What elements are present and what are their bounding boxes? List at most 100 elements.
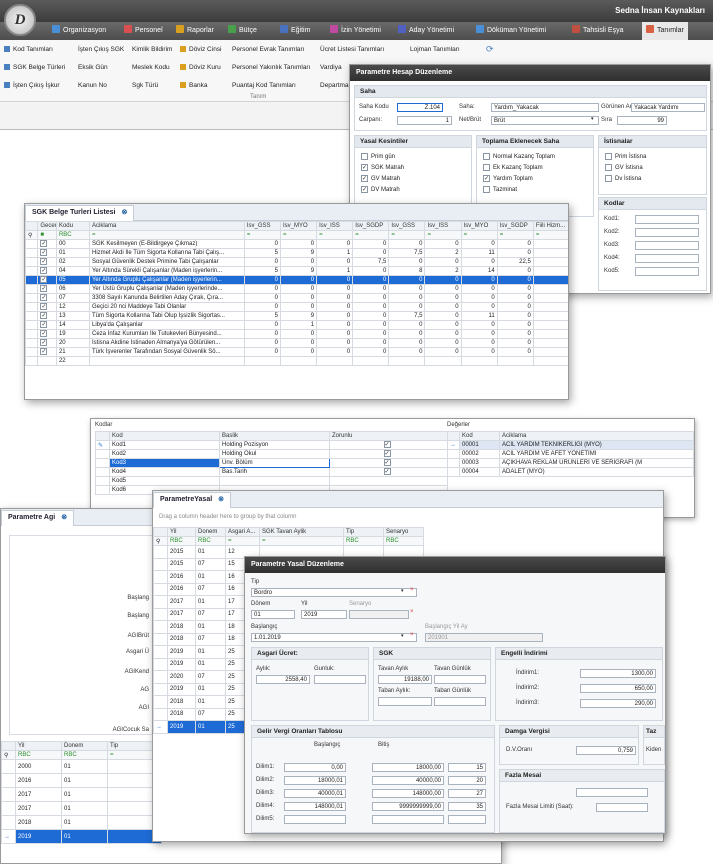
column-header[interactable]: Kod (109, 431, 220, 441)
column-header[interactable]: Isv_SGDP (496, 221, 534, 231)
table-row[interactable]: ✓ 00 SGK Kesilmeyen (E-Bildirgeye Çıkmaz) 0… (25, 239, 568, 249)
column-header[interactable]: Donem (61, 741, 108, 751)
filter-icon[interactable]: ⚲ (1, 750, 16, 760)
senaryo-select[interactable] (349, 610, 409, 619)
filter-cell[interactable]: = (279, 230, 318, 240)
checkbox[interactable] (483, 152, 490, 160)
ribbon-button-col3-2[interactable]: Sgk Türü (132, 82, 158, 89)
menu-item-5[interactable]: İzin Yönetimi (330, 22, 381, 40)
table-cell[interactable]: Ünv. Bölüm (219, 458, 330, 468)
table-row[interactable]: → 2019 01 (1, 829, 162, 844)
column-header[interactable]: Yil (167, 527, 196, 537)
menu-item-7[interactable]: Döküman Yönetimi (476, 22, 546, 40)
ribbon-button-col5-0[interactable]: Personel Evrak Tanımları (232, 46, 305, 53)
column-header[interactable]: Isv_SGDP (352, 221, 390, 231)
baslangic-date[interactable]: 1.01.2019 (251, 633, 417, 642)
gecerli-checkbox[interactable]: ✓ (37, 311, 57, 321)
group-by-panel[interactable]: Drag a column header here to group by th… (155, 511, 660, 523)
kod-input[interactable] (635, 215, 699, 224)
zorunlu-checkbox[interactable]: ✓ (329, 440, 448, 450)
chevron-down-icon[interactable]: ▾ (401, 588, 404, 594)
ribbon-button-col6-1[interactable]: Vardiya (320, 64, 342, 71)
checkbox[interactable]: ✓ (483, 174, 490, 182)
table-row[interactable]: Kod5 (95, 476, 448, 486)
chevron-down-icon[interactable]: ▾ (591, 116, 594, 122)
filter-cell[interactable]: RBC (383, 536, 424, 546)
table-row[interactable]: 22 (25, 356, 568, 366)
carpan-input[interactable]: 1 (397, 116, 452, 125)
column-header[interactable]: Zorunlu (329, 431, 448, 441)
saha-input[interactable]: Yardım_Yakacak (491, 103, 599, 112)
table-cell[interactable] (219, 476, 330, 486)
ribbon-button-col4-1[interactable]: Döviz Kuru (180, 64, 221, 71)
ribbon-button-col3-0[interactable]: Kimlik Bildirim (132, 46, 172, 53)
menu-item-1[interactable]: Personel (124, 22, 163, 40)
table-row[interactable]: ✓ 01 Hizmet Akdi İle Tüm Sigorta Kollarına… (25, 248, 568, 258)
table-row[interactable]: ✓ 20 İstisna Akdine İstinaden Almanya'ya G… (25, 338, 568, 348)
ribbon-button-col2-0[interactable]: İşten Çıkış SGK (78, 46, 124, 53)
ribbon-button-col1-0[interactable]: Kod Tanımları (4, 46, 53, 53)
column-header[interactable]: Isv_MYO (279, 221, 318, 231)
table-row[interactable]: 00003 AÇIKHAVA REKLAM ÜRÜNLERİ VE SERİGRA… (447, 458, 694, 468)
gorunen-input[interactable]: Yakacak Yardımı (631, 103, 705, 112)
column-header[interactable]: Isv_ISS (424, 221, 462, 231)
clear-icon[interactable]: × (410, 632, 414, 638)
filter-cell[interactable]: RBC (15, 750, 62, 760)
dilim-bitis[interactable]: 9999999999,00 (372, 802, 444, 811)
table-row[interactable]: 2017 01 (1, 801, 162, 816)
donem-input[interactable]: 01 (251, 610, 295, 619)
taban-aylik-input[interactable] (378, 697, 432, 706)
table-row[interactable]: ✓ 07 3308 Sayılı Kanunda Belirtilen Aday Ç… (25, 293, 568, 303)
checkbox-row[interactable]: ✓ Yardım Toplam (483, 174, 587, 185)
kod-input[interactable] (635, 267, 699, 276)
yasal-tab[interactable]: ParametreYasal ⊗ (153, 492, 232, 508)
filter-cell[interactable]: = (460, 230, 498, 240)
table-row[interactable]: ✎ Kod1 Holding Pozisyon ✓ (95, 440, 448, 450)
column-header[interactable]: Aciklama (88, 221, 245, 231)
table-row[interactable]: 00002 ACİL YARDIM VE AFET YÖNETİMİ (447, 449, 694, 459)
table-row[interactable]: Kod3 Ünv. Bölüm ✓ (95, 458, 448, 468)
close-icon[interactable]: ⊗ (61, 514, 67, 521)
checkbox-row[interactable]: Dv İstisna (605, 174, 700, 185)
table-row[interactable]: ✓ 19 Ceza İnfaz Kurumları İle Tutukevleri … (25, 329, 568, 339)
sgk-tab[interactable]: SGK Belge Turleri Listesi ⊗ (25, 205, 135, 221)
gecerli-checkbox[interactable]: ✓ (37, 239, 57, 249)
menu-item-3[interactable]: Bütçe (228, 22, 257, 40)
menu-item-2[interactable]: Raporlar (176, 22, 214, 40)
checkbox[interactable] (605, 174, 612, 182)
fazla-mesai-limit-input[interactable] (596, 803, 648, 812)
gecerli-checkbox[interactable]: ✓ (37, 338, 57, 348)
table-row[interactable]: ✓ 02 Sosyal Güvenlik Destek Primine Tabi Ç… (25, 257, 568, 267)
dilim-bitis[interactable]: 18000,00 (372, 763, 444, 772)
table-row[interactable]: ✓ 12 Geçici 20 nci Maddeye Tabi Olanlar 0 0 0… (25, 302, 568, 312)
checkbox-row[interactable]: Normal Kazanç Toplam (483, 152, 587, 163)
ribbon-button-col5-1[interactable]: Personel Yakınlık Tanımları (232, 64, 310, 71)
column-header[interactable]: Fiili Hizm... (532, 221, 568, 231)
table-row[interactable]: 2018 01 (1, 815, 162, 830)
gecerli-checkbox[interactable]: ✓ (37, 302, 57, 312)
gecerli-checkbox[interactable]: ✓ (37, 329, 57, 339)
filter-cell[interactable]: = (316, 230, 354, 240)
column-header[interactable]: Asgari A... (225, 527, 260, 537)
table-row[interactable]: → 00001 ACİL YARDIM TEKNİKERLİĞİ (MYO) (447, 440, 694, 450)
filter-icon[interactable]: ⚲ (25, 230, 39, 240)
table-row[interactable]: Kod4 Bas.Tarih ✓ (95, 467, 448, 477)
kod-input[interactable] (635, 241, 699, 250)
zorunlu-checkbox[interactable]: ✓ (329, 458, 448, 468)
filter-cell[interactable]: = (259, 536, 344, 546)
fazla-mesai-top-input[interactable] (576, 788, 648, 797)
column-header[interactable]: Isv_ISS (316, 221, 354, 231)
checkbox-row[interactable]: ✓ GV Matrah (361, 174, 465, 185)
close-icon[interactable]: ⊗ (122, 209, 128, 216)
gecerli-checkbox[interactable]: ✓ (37, 347, 57, 357)
indirim-input[interactable]: 650,00 (580, 684, 656, 693)
filter-cell[interactable]: = (88, 230, 245, 240)
column-header[interactable]: Yil (15, 741, 62, 751)
table-row[interactable]: ✓ 13 Tüm Sigorta Kollarına Tabi Olup İşsiz… (25, 311, 568, 321)
filter-cell[interactable]: = (496, 230, 534, 240)
table-row[interactable]: 2016 01 (1, 773, 162, 788)
table-row[interactable]: 2000 01 (1, 759, 162, 774)
checkbox-row[interactable]: ✓ DV Matrah (361, 185, 465, 196)
checkbox[interactable] (605, 163, 612, 171)
dilim-baslangic[interactable]: 40000,01 (284, 789, 346, 798)
